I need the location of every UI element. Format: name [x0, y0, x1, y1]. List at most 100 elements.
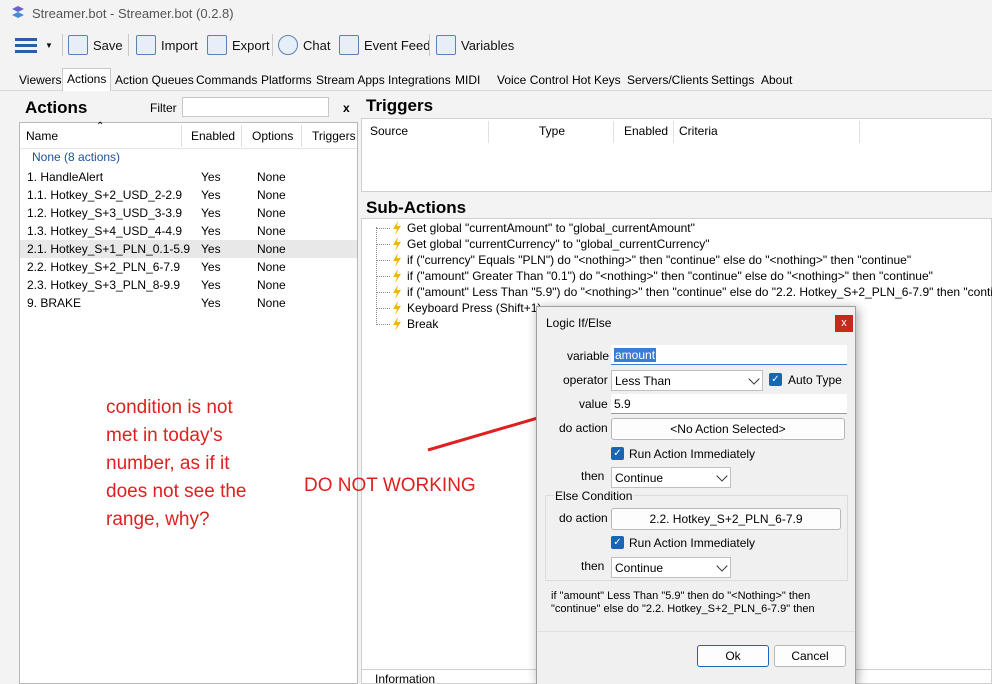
- annotation-question: condition is not met in today's number, …: [106, 397, 247, 530]
- chat-button[interactable]: Chat: [278, 33, 330, 57]
- tab-midi[interactable]: MIDI: [451, 70, 484, 91]
- tab-platforms[interactable]: Platforms: [257, 70, 316, 91]
- tab-commands[interactable]: Commands: [192, 70, 261, 91]
- column-criteria[interactable]: Criteria: [679, 124, 718, 138]
- variables-icon: [436, 35, 456, 55]
- dialog-close-button[interactable]: x: [835, 315, 853, 332]
- value-input[interactable]: 5.9: [611, 394, 847, 414]
- else-condition-label: Else Condition: [554, 489, 634, 503]
- column-enabled[interactable]: Enabled: [191, 129, 235, 143]
- operator-label: operator: [563, 373, 608, 387]
- save-disk-icon: [68, 35, 88, 55]
- lightning-icon: [393, 221, 401, 235]
- actions-list-header: Name ⌃ Enabled Options Triggers: [20, 121, 357, 149]
- operator-select[interactable]: Less Than: [611, 370, 763, 391]
- auto-type-label: Auto Type: [788, 373, 842, 387]
- sort-caret-icon: ⌃: [96, 121, 105, 132]
- action-row[interactable]: 1.2. Hotkey_S+3_USD_3-3.9 Yes None: [20, 204, 357, 222]
- action-row[interactable]: 2.3. Hotkey_S+3_PLN_8-9.9 Yes None: [20, 276, 357, 294]
- menu-lines-icon: [15, 38, 37, 53]
- tab-actions[interactable]: Actions: [62, 68, 112, 92]
- action-group-header[interactable]: None (8 actions): [32, 150, 120, 164]
- column-triggers[interactable]: Triggers: [312, 129, 356, 143]
- action-row-selected[interactable]: 2.1. Hotkey_S+1_PLN_0.1-5.9 Yes None: [20, 240, 357, 258]
- lightning-icon: [393, 269, 401, 283]
- lightning-icon: [393, 285, 401, 299]
- column-options[interactable]: Options: [252, 129, 293, 143]
- event-feed-button[interactable]: Event Feed: [339, 33, 431, 57]
- event-feed-icon: [339, 35, 359, 55]
- else-run-immediately-checkbox[interactable]: ✓: [611, 536, 624, 549]
- then-select[interactable]: Continue: [611, 467, 731, 488]
- chevron-down-icon: [716, 470, 728, 482]
- tab-voice-control[interactable]: Voice Control: [493, 70, 572, 91]
- ok-button[interactable]: Ok: [697, 645, 769, 667]
- lightning-icon: [393, 253, 401, 267]
- variables-button[interactable]: Variables: [436, 33, 514, 57]
- condition-summary: if "amount" Less Than "5.9" then do "<No…: [551, 590, 815, 615]
- filter-input[interactable]: [182, 97, 329, 117]
- annotation-not-working: DO NOT WORKING: [304, 475, 476, 496]
- variable-label: variable: [567, 349, 610, 363]
- dropdown-arrow-icon: ▼: [45, 40, 53, 50]
- column-type[interactable]: Type: [539, 124, 565, 138]
- tab-stream-apps[interactable]: Stream Apps: [312, 70, 389, 91]
- lightning-icon: [393, 317, 401, 331]
- chevron-down-icon: [716, 560, 728, 572]
- column-name[interactable]: Name: [26, 129, 58, 143]
- action-row[interactable]: 1.1. Hotkey_S+2_USD_2-2.9 Yes None: [20, 186, 357, 204]
- toolbar: ▼ Save Import Export Chat Event Feed Var…: [0, 26, 992, 64]
- else-then-label: then: [581, 559, 605, 573]
- column-source[interactable]: Source: [370, 124, 408, 138]
- tab-action-queues[interactable]: Action Queues: [111, 70, 198, 91]
- information-label: Information: [375, 672, 436, 684]
- logic-if-else-dialog: Logic If/Else x variable amount operator…: [536, 306, 856, 684]
- action-row[interactable]: 1. HandleAlert Yes None: [20, 168, 357, 186]
- column-enabled[interactable]: Enabled: [624, 124, 668, 138]
- do-action-label: do action: [559, 421, 608, 435]
- triggers-list[interactable]: Source Type Enabled Criteria: [361, 118, 992, 192]
- run-immediately-label: Run Action Immediately: [629, 447, 756, 461]
- action-row[interactable]: 9. BRAKE Yes None: [20, 294, 357, 312]
- streamerbot-logo-icon: [12, 6, 24, 18]
- export-arrow-icon: [207, 35, 227, 55]
- window-title: Streamer.bot - Streamer.bot (0.2.8): [32, 6, 234, 21]
- lightning-icon: [393, 237, 401, 251]
- then-label: then: [581, 469, 605, 483]
- tab-viewers[interactable]: Viewers: [15, 70, 65, 91]
- triggers-title: Triggers: [366, 96, 434, 115]
- tab-hot-keys[interactable]: Hot Keys: [568, 70, 625, 91]
- else-do-action-label: do action: [559, 511, 608, 525]
- tab-strip: Viewers Actions Action Queues Commands P…: [0, 64, 992, 92]
- action-row[interactable]: 2.2. Hotkey_S+2_PLN_6-7.9 Yes None: [20, 258, 357, 276]
- actions-title: Actions: [25, 98, 88, 117]
- dialog-titlebar: Logic If/Else x: [537, 307, 855, 337]
- chat-bubble-icon: [278, 35, 298, 55]
- value-label: value: [579, 397, 608, 411]
- import-button[interactable]: Import: [136, 33, 198, 57]
- cancel-button[interactable]: Cancel: [774, 645, 846, 667]
- tab-about[interactable]: About: [757, 70, 796, 91]
- save-button[interactable]: Save: [68, 33, 123, 57]
- chevron-down-icon: [748, 373, 760, 385]
- run-immediately-checkbox[interactable]: ✓: [611, 447, 624, 460]
- else-run-immediately-label: Run Action Immediately: [629, 536, 756, 550]
- else-then-select[interactable]: Continue: [611, 557, 731, 578]
- dialog-title: Logic If/Else: [546, 316, 612, 330]
- lightning-icon: [393, 301, 401, 315]
- clear-filter-button[interactable]: x: [343, 101, 350, 115]
- filter-label: Filter: [150, 101, 177, 115]
- do-action-button[interactable]: <No Action Selected>: [611, 418, 845, 440]
- subactions-title: Sub-Actions: [366, 198, 467, 217]
- auto-type-checkbox[interactable]: ✓: [769, 373, 782, 386]
- else-do-action-button[interactable]: 2.2. Hotkey_S+2_PLN_6-7.9: [611, 508, 841, 530]
- variable-input[interactable]: amount: [611, 345, 847, 365]
- action-row[interactable]: 1.3. Hotkey_S+4_USD_4-4.9 Yes None: [20, 222, 357, 240]
- tab-integrations[interactable]: Integrations: [384, 70, 455, 91]
- title-bar: Streamer.bot - Streamer.bot (0.2.8): [0, 0, 992, 26]
- menu-button[interactable]: ▼: [14, 33, 53, 57]
- export-button[interactable]: Export: [207, 33, 270, 57]
- import-arrow-icon: [136, 35, 156, 55]
- tab-settings[interactable]: Settings: [707, 70, 758, 91]
- tab-servers-clients[interactable]: Servers/Clients: [623, 70, 712, 91]
